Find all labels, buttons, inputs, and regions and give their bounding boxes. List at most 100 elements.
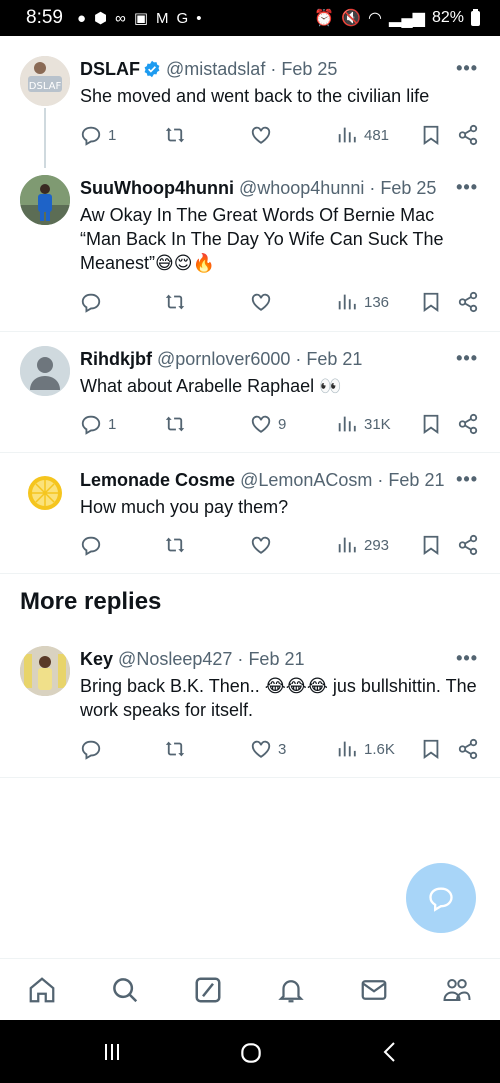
recent-apps-button[interactable] [100, 1040, 124, 1069]
tweet[interactable]: SuuWhoop4hunni @whoop4hunni · Feb 25 Aw … [0, 155, 500, 332]
reply-icon [81, 293, 101, 313]
display-name[interactable]: Lemonade Cosme [80, 470, 235, 490]
separator-dot: · [369, 178, 376, 198]
bookmark-button[interactable] [420, 291, 442, 313]
reply-count: 1 [108, 415, 117, 433]
share-button[interactable] [457, 534, 479, 556]
display-name[interactable]: SuuWhoop4hunni [80, 178, 234, 198]
views-count: 136 [364, 293, 390, 311]
handle[interactable]: @LemonACosm [240, 470, 372, 490]
timestamp[interactable]: Feb 21 [248, 649, 304, 669]
instagram-icon: ▣ [133, 9, 149, 27]
like-button[interactable] [250, 291, 278, 313]
reply-icon [81, 126, 101, 146]
share-button[interactable] [457, 413, 479, 435]
messenger-icon: ● [76, 9, 87, 27]
status-time: 8:59 [26, 7, 63, 28]
tweet-text: Aw Okay In The Great Words Of Bernie Mac… [80, 205, 444, 273]
tweet-text: Bring back B.K. Then.. 😂😂😂 jus bullshitt… [80, 676, 477, 720]
bookmark-button[interactable] [420, 124, 442, 146]
more-icon[interactable]: ••• [456, 177, 478, 198]
views-button[interactable]: 293 [336, 534, 389, 556]
tweet-text: How much you pay them? [80, 497, 289, 517]
more-icon[interactable]: ••• [456, 469, 478, 490]
more-icon[interactable]: ••• [456, 58, 478, 79]
nav-home[interactable] [27, 975, 57, 1005]
handle[interactable]: @pornlover6000 [157, 349, 290, 369]
share-button[interactable] [457, 291, 479, 313]
like-button[interactable]: 9 [250, 413, 286, 435]
reply-icon [81, 536, 101, 556]
nav-communities[interactable] [442, 975, 472, 1005]
retweet-button[interactable] [164, 291, 192, 313]
like-button[interactable] [250, 124, 278, 146]
tweet[interactable]: Key @Nosleep427 · Feb 21 Bring back B.K.… [0, 632, 500, 778]
back-button[interactable] [378, 1040, 402, 1069]
retweet-button[interactable] [164, 413, 192, 435]
avatar[interactable] [20, 175, 70, 225]
like-count: 3 [278, 740, 287, 758]
home-button[interactable] [238, 1040, 264, 1071]
views-button[interactable]: 481 [336, 124, 389, 146]
bookmark-button[interactable] [420, 534, 442, 556]
timestamp[interactable]: Feb 21 [388, 470, 444, 490]
more-icon[interactable]: ••• [456, 348, 478, 369]
reply-button[interactable] [80, 534, 108, 556]
like-button[interactable] [250, 534, 278, 556]
tweet[interactable]: Lemonade Cosme @LemonACosm · Feb 21 How … [0, 453, 500, 574]
display-name[interactable]: Key [80, 649, 113, 669]
bookmark-icon [423, 739, 439, 760]
timestamp[interactable]: Feb 21 [306, 349, 362, 369]
views-icon [338, 127, 356, 143]
separator-dot: · [270, 59, 277, 79]
tweet-header: Rihdkjbf @pornlover6000 · Feb 21 [80, 348, 480, 370]
views-count: 31K [364, 415, 391, 433]
bookmark-button[interactable] [420, 413, 442, 435]
like-button[interactable]: 3 [250, 738, 286, 760]
retweet-icon [165, 127, 185, 143]
share-button[interactable] [457, 738, 479, 760]
display-name[interactable]: Rihdkjbf [80, 349, 152, 369]
retweet-button[interactable] [164, 738, 192, 760]
timestamp[interactable]: Feb 25 [380, 178, 436, 198]
views-button[interactable]: 1.6K [336, 738, 395, 760]
bookmark-button[interactable] [420, 738, 442, 760]
heart-icon [251, 415, 271, 433]
avatar[interactable] [20, 346, 70, 396]
nav-grok[interactable] [193, 975, 223, 1005]
share-icon [458, 534, 478, 556]
compose-reply-button[interactable] [406, 863, 476, 933]
views-button[interactable]: 136 [336, 291, 389, 313]
avatar[interactable]: DSLAF [20, 56, 70, 106]
retweet-button[interactable] [164, 124, 192, 146]
bookmark-icon [423, 535, 439, 556]
more-icon[interactable]: ••• [456, 648, 478, 669]
retweet-icon [165, 537, 185, 553]
tweet[interactable]: Rihdkjbf @pornlover6000 · Feb 21 What ab… [0, 332, 500, 453]
display-name[interactable]: DSLAF [80, 59, 140, 79]
signal-icon: ▂▄▆ [389, 10, 425, 27]
avatar[interactable] [20, 646, 70, 696]
search-icon [113, 978, 138, 1003]
reply-button[interactable] [80, 738, 108, 760]
like-count: 9 [278, 415, 287, 433]
tweet-header: DSLAF @mistadslaf · Feb 25 [80, 58, 480, 80]
reply-button[interactable]: 1 [80, 413, 116, 435]
avatar[interactable] [20, 467, 70, 517]
battery-icon [471, 8, 480, 26]
nav-messages[interactable] [359, 975, 389, 1005]
handle[interactable]: @whoop4hunni [239, 178, 364, 198]
views-button[interactable]: 31K [336, 413, 391, 435]
handle[interactable]: @Nosleep427 [118, 649, 232, 669]
nav-notifications[interactable] [276, 975, 306, 1005]
share-button[interactable] [457, 124, 479, 146]
separator-dot: · [237, 649, 244, 669]
retweet-button[interactable] [164, 534, 192, 556]
nav-search[interactable] [110, 975, 140, 1005]
timestamp[interactable]: Feb 25 [281, 59, 337, 79]
handle[interactable]: @mistadslaf [166, 59, 265, 79]
status-bar: 8:59 ● ⬢ ∞ ▣ M G • ⏰ 🔇 ◠ ▂▄▆ 82% [0, 0, 500, 36]
reply-button[interactable]: 1 [80, 124, 116, 146]
tweet-header: SuuWhoop4hunni @whoop4hunni · Feb 25 [80, 177, 480, 199]
reply-button[interactable] [80, 291, 108, 313]
